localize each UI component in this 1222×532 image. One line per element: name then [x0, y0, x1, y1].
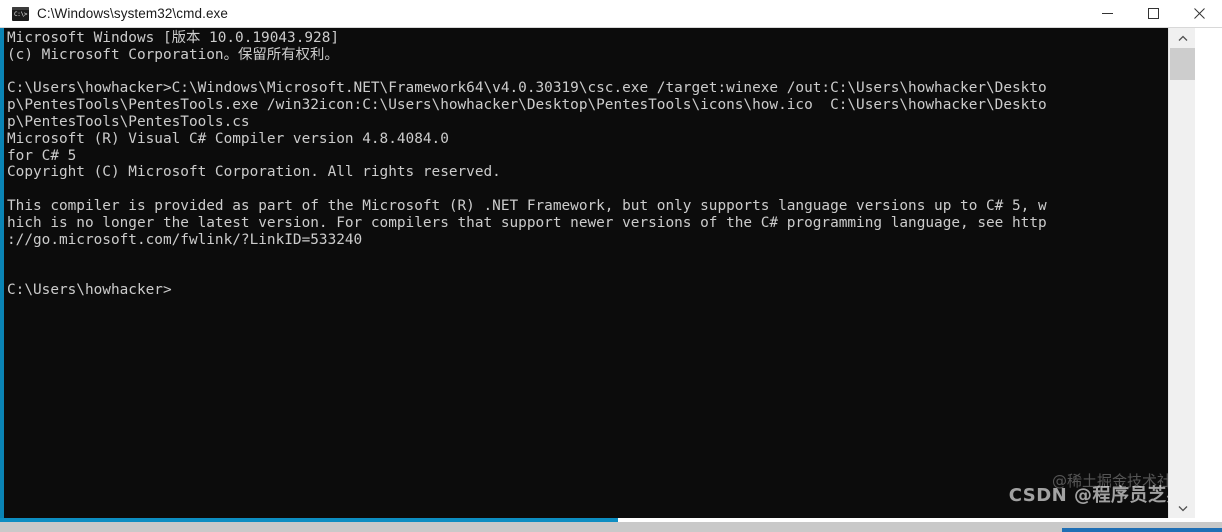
console-output-surface[interactable]: Microsoft Windows [版本 10.0.19043.928] (c)…: [4, 28, 1195, 518]
console-line: hich is no longer the latest version. Fo…: [7, 214, 1047, 231]
scroll-down-arrow[interactable]: [1169, 498, 1195, 518]
console-line: Copyright (C) Microsoft Corporation. All…: [7, 164, 501, 181]
console-line: for C# 5: [7, 147, 77, 164]
cmd-icon-prompt-text: C:\>: [14, 10, 28, 18]
console-line: This compiler is provided as part of the…: [7, 197, 1047, 214]
juejin-watermark: @稀土掘金技术社区: [1051, 472, 1187, 490]
console-line: ://go.microsoft.com/fwlink/?LinkID=53324…: [7, 231, 363, 248]
taskbar-accent: [1062, 528, 1222, 532]
scroll-up-arrow[interactable]: [1169, 28, 1195, 48]
cmd-window: C:\> C:\Windows\system32\cmd.exe Microso…: [0, 0, 1222, 532]
desktop-bottom-strip: [0, 522, 1222, 532]
close-button[interactable]: [1176, 0, 1222, 27]
window-controls: [1084, 0, 1222, 27]
scroll-thumb[interactable]: [1170, 48, 1195, 80]
console-output-text: Microsoft Windows [版本 10.0.19043.928] (c)…: [7, 30, 1195, 299]
console-line: Microsoft Windows [版本 10.0.19043.928]: [7, 30, 340, 46]
cmd-console-icon: C:\>: [12, 6, 29, 21]
console-line: p\PentesTools\PentesTools.exe /win32icon…: [7, 97, 1047, 114]
csdn-watermark: CSDN @程序员芝兆: [1008, 485, 1185, 506]
console-line: C:\Users\howhacker>: [7, 281, 172, 298]
console-line: p\PentesTools\PentesTools.cs: [7, 113, 250, 130]
console-line: Microsoft (R) Visual C# Compiler version…: [7, 130, 449, 147]
maximize-button[interactable]: [1130, 0, 1176, 27]
window-titlebar[interactable]: C:\> C:\Windows\system32\cmd.exe: [0, 0, 1222, 28]
console-area: Microsoft Windows [版本 10.0.19043.928] (c)…: [0, 28, 1222, 532]
console-scrollbar[interactable]: [1168, 28, 1195, 518]
console-line: (c) Microsoft Corporation。保留所有权利。: [7, 46, 339, 63]
console-line: C:\Users\howhacker>C:\Windows\Microsoft.…: [7, 80, 1047, 97]
cmd-icon-titlebar-strip: [12, 6, 29, 10]
minimize-button[interactable]: [1084, 0, 1130, 27]
window-title: C:\Windows\system32\cmd.exe: [37, 6, 229, 21]
